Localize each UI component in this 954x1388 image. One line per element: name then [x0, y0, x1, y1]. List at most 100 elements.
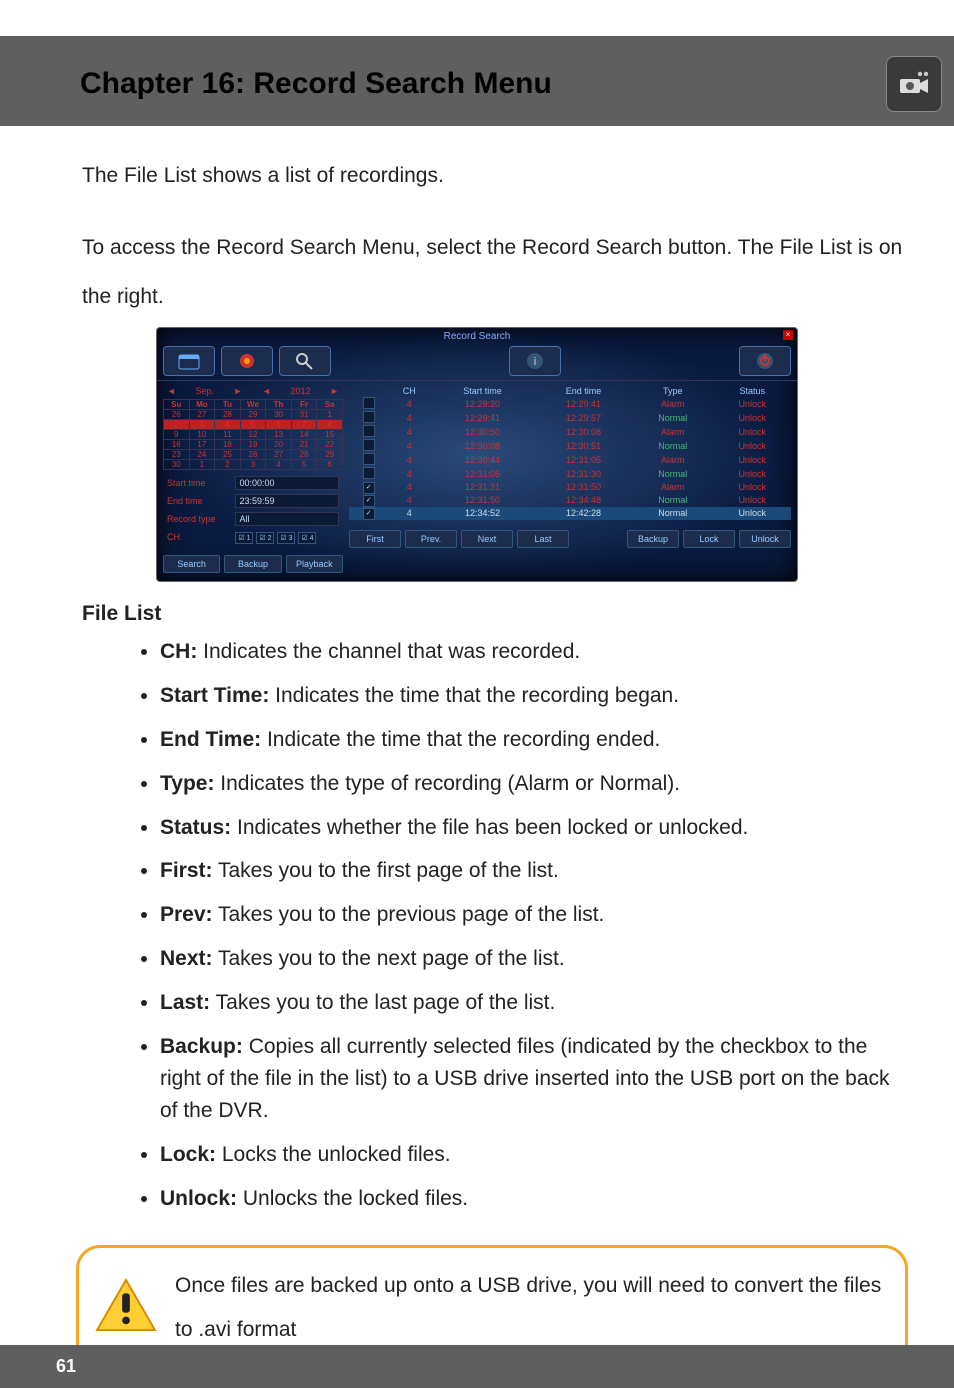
tab-info[interactable]: i [509, 346, 561, 376]
row-checkbox[interactable] [363, 453, 375, 465]
table-row[interactable]: 412:29:2012:29:41AlarmUnlock [349, 397, 791, 411]
pager-backup-button[interactable]: Backup [627, 530, 679, 548]
next-button[interactable]: Next [461, 530, 513, 548]
cal-cell[interactable]: 27 [189, 409, 215, 419]
cal-cell[interactable]: 11 [215, 429, 241, 439]
row-checkbox[interactable] [363, 397, 375, 409]
cal-cell[interactable]: 26 [240, 449, 266, 459]
table-row[interactable]: 412:29:4112:29:57NormalUnlock [349, 411, 791, 425]
start-time-input[interactable]: 00:00:00 [235, 476, 339, 490]
cal-cell[interactable]: 15 [317, 429, 343, 439]
table-row[interactable]: 412:30:4412:31:05AlarmUnlock [349, 453, 791, 467]
cal-cell[interactable]: 4 [266, 459, 292, 469]
tab-power[interactable] [739, 346, 791, 376]
cal-cell[interactable]: 6 [266, 419, 292, 429]
unlock-button[interactable]: Unlock [739, 530, 791, 548]
row-checkbox[interactable] [363, 425, 375, 437]
cal-cell[interactable]: 6 [317, 459, 343, 469]
row-checkbox[interactable]: ✓ [363, 495, 375, 507]
cal-cell[interactable]: 26 [164, 409, 190, 419]
tab-search[interactable] [279, 346, 331, 376]
year-next-icon[interactable]: ► [330, 386, 339, 396]
search-button[interactable]: Search [163, 555, 220, 573]
tab-settings[interactable] [221, 346, 273, 376]
cal-cell[interactable]: 2 [215, 459, 241, 469]
description: Indicates whether the file has been lock… [231, 816, 748, 839]
row-checkbox[interactable]: ✓ [363, 482, 375, 494]
cal-cell[interactable]: 31 [291, 409, 317, 419]
cal-cell[interactable]: 3 [240, 459, 266, 469]
cal-cell[interactable]: 9 [164, 429, 190, 439]
month-next-icon[interactable]: ► [234, 386, 243, 396]
cal-cell[interactable]: 14 [291, 429, 317, 439]
cal-cell[interactable]: 23 [164, 449, 190, 459]
cal-cell[interactable]: 5 [291, 459, 317, 469]
prev-button[interactable]: Prev. [405, 530, 457, 548]
playback-button[interactable]: Playback [286, 555, 343, 573]
cal-cell[interactable]: 13 [266, 429, 292, 439]
cal-cell[interactable]: 25 [215, 449, 241, 459]
table-row[interactable]: 412:31:0512:31:30NormalUnlock [349, 467, 791, 481]
description: Indicate the time that the recording end… [261, 728, 660, 751]
close-icon[interactable]: × [783, 330, 793, 340]
table-row[interactable]: 412:30:0812:30:51NormalUnlock [349, 439, 791, 453]
cal-cell[interactable]: 17 [189, 439, 215, 449]
calendar[interactable]: SuMoTuWeThFrSa 2627282930311234567891011… [163, 399, 343, 470]
cal-cell[interactable]: 1 [189, 459, 215, 469]
cal-cell[interactable]: 30 [164, 459, 190, 469]
table-row[interactable]: ✓412:31:3112:31:50AlarmUnlock [349, 481, 791, 494]
cal-cell[interactable]: 29 [240, 409, 266, 419]
cal-cell[interactable]: 22 [317, 439, 343, 449]
cal-cell[interactable]: 28 [291, 449, 317, 459]
cell-status: Unlock [713, 411, 791, 425]
backup-button[interactable]: Backup [224, 555, 281, 573]
tab-calendar[interactable] [163, 346, 215, 376]
table-row[interactable]: ✓412:34:5212:42:28NormalUnlock [349, 507, 791, 520]
last-button[interactable]: Last [517, 530, 569, 548]
cal-cell[interactable]: 28 [215, 409, 241, 419]
end-time-input[interactable]: 23:59:59 [235, 494, 339, 508]
row-checkbox[interactable] [363, 439, 375, 451]
cal-cell[interactable]: 5 [240, 419, 266, 429]
cal-cell[interactable]: 4 [215, 419, 241, 429]
cal-cell[interactable]: 29 [317, 449, 343, 459]
start-time-label: Start time [165, 475, 231, 491]
row-checkbox[interactable] [363, 467, 375, 479]
cal-cell[interactable]: 20 [266, 439, 292, 449]
cal-cell[interactable]: 21 [291, 439, 317, 449]
cell-end: 12:31:30 [535, 467, 632, 481]
cal-cell[interactable]: 16 [164, 439, 190, 449]
cal-cell[interactable]: 10 [189, 429, 215, 439]
cal-cell[interactable]: 2 [164, 419, 190, 429]
list-item: Backup: Copies all currently selected fi… [160, 1031, 898, 1139]
first-button[interactable]: First [349, 530, 401, 548]
row-checkbox[interactable] [363, 411, 375, 423]
dvr-window-title: Record Search × [157, 328, 797, 342]
ch-checkbox[interactable]: ☑ 1 [235, 532, 253, 544]
cal-cell[interactable]: 30 [266, 409, 292, 419]
cal-cell[interactable]: 12 [240, 429, 266, 439]
cal-cell[interactable]: 7 [291, 419, 317, 429]
cell-status: Unlock [713, 481, 791, 494]
cal-cell[interactable]: 18 [215, 439, 241, 449]
cal-cell[interactable]: 19 [240, 439, 266, 449]
lock-button[interactable]: Lock [683, 530, 735, 548]
ch-checkbox[interactable]: ☑ 3 [277, 532, 295, 544]
record-type-select[interactable]: All [235, 512, 339, 526]
table-row[interactable]: ✓412:31:5012:34:48NormalUnlock [349, 494, 791, 507]
cell-ch: 4 [388, 481, 430, 494]
term: Backup: [160, 1035, 243, 1058]
cal-cell[interactable]: 27 [266, 449, 292, 459]
table-row[interactable]: 412:30:5012:30:08AlarmUnlock [349, 425, 791, 439]
ch-checkbox[interactable]: ☑ 2 [256, 532, 274, 544]
cal-cell[interactable]: 24 [189, 449, 215, 459]
cell-ch: 4 [388, 411, 430, 425]
cal-cell[interactable]: 1 [317, 409, 343, 419]
month-prev-icon[interactable]: ◄ [167, 386, 176, 396]
cal-cell[interactable]: 8 [317, 419, 343, 429]
ch-checkbox[interactable]: ☑ 4 [298, 532, 316, 544]
year-prev-icon[interactable]: ◄ [262, 386, 271, 396]
cal-cell[interactable]: 3 [189, 419, 215, 429]
row-checkbox[interactable]: ✓ [363, 508, 375, 520]
description: Unlocks the locked files. [237, 1187, 468, 1210]
